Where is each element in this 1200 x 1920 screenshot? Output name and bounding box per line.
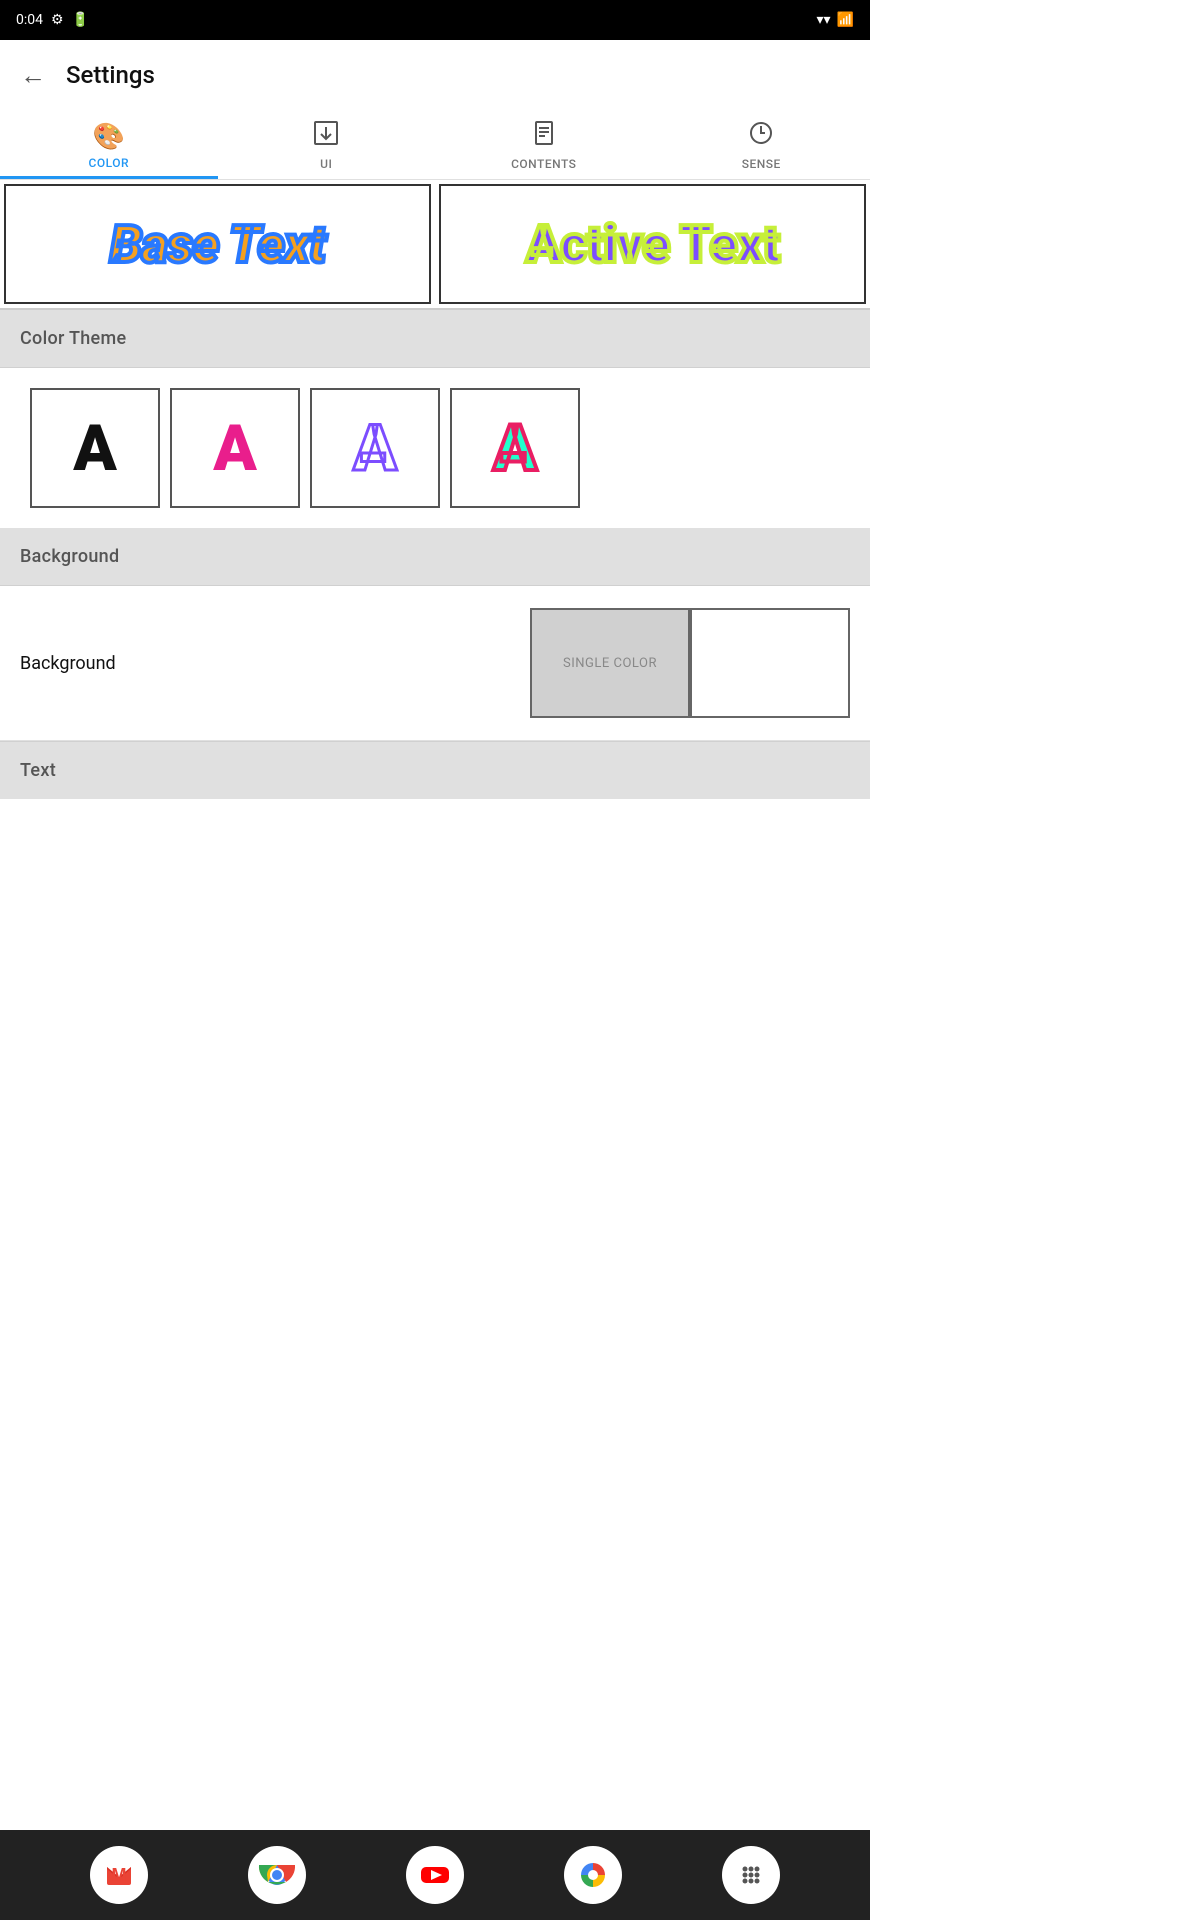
theme-plain-icon: A [73, 411, 117, 486]
theme-pink-icon: A [213, 411, 257, 486]
active-text-label: Active Text [526, 214, 779, 275]
nav-gmail[interactable]: M [90, 1846, 148, 1904]
background-option-white[interactable] [690, 608, 850, 718]
contents-tab-label: CONTENTS [511, 157, 576, 171]
background-section-header: Background [0, 528, 870, 585]
back-button[interactable]: ← [20, 60, 46, 91]
contents-tab-icon [531, 120, 557, 153]
color-theme-label: Color Theme [20, 328, 126, 349]
active-text-preview[interactable]: Active Text [439, 184, 866, 304]
battery-status-icon: 🔋 [72, 12, 89, 28]
sense-tab-icon [748, 120, 774, 153]
bottom-nav: M [0, 1830, 870, 1920]
tab-contents[interactable]: CONTENTS [435, 110, 653, 179]
top-bar: ← Settings [0, 40, 870, 110]
base-text-label: Base Text [110, 214, 325, 275]
background-options: SINGLE COLOR [530, 608, 850, 718]
text-section-label: Text [20, 760, 56, 781]
color-tab-icon: 🎨 [93, 122, 125, 152]
tab-sense[interactable]: SENSE [653, 110, 871, 179]
sense-tab-label: SENSE [742, 157, 781, 171]
nav-chrome[interactable] [248, 1846, 306, 1904]
tab-ui[interactable]: UI [218, 110, 436, 179]
single-color-label: SINGLE COLOR [563, 656, 657, 671]
status-bar: 0:04 ⚙ 🔋 ▾▾ 📶 [0, 0, 870, 40]
theme-option-outline[interactable]: A [310, 388, 440, 508]
ui-tab-label: UI [320, 157, 332, 171]
svg-text:M: M [112, 1865, 127, 1885]
background-row-label: Background [20, 653, 116, 674]
theme-option-multi[interactable]: A [450, 388, 580, 508]
background-section-label: Background [20, 546, 119, 567]
theme-option-plain[interactable]: A [30, 388, 160, 508]
color-tab-label: COLOR [88, 156, 129, 170]
main-content: ← Settings 🎨 COLOR UI [0, 40, 870, 899]
tab-color[interactable]: 🎨 COLOR [0, 110, 218, 179]
base-text-preview[interactable]: Base Text [4, 184, 431, 304]
page-title: Settings [66, 61, 155, 89]
status-left: 0:04 ⚙ 🔋 [16, 12, 89, 28]
text-section-header: Text [0, 742, 870, 799]
wifi-icon: ▾▾ [817, 12, 831, 28]
nav-photos[interactable] [564, 1846, 622, 1904]
tab-bar: 🎨 COLOR UI CONTENTS [0, 110, 870, 180]
status-time: 0:04 [16, 12, 43, 28]
color-theme-section-header: Color Theme [0, 310, 870, 367]
theme-option-pink[interactable]: A [170, 388, 300, 508]
text-preview-area: Base Text Active Text [0, 180, 870, 310]
ui-tab-icon [313, 120, 339, 153]
theme-outline-icon: A [353, 411, 397, 486]
settings-status-icon: ⚙ [51, 12, 64, 28]
background-row: Background SINGLE COLOR [0, 586, 870, 741]
nav-youtube[interactable] [406, 1846, 464, 1904]
color-theme-options: A A A A [0, 368, 870, 528]
status-right: ▾▾ 📶 [817, 12, 855, 28]
background-option-single-color[interactable]: SINGLE COLOR [530, 608, 690, 718]
signal-icon: 📶 [837, 12, 854, 28]
theme-multi-icon: A [493, 411, 537, 486]
nav-apps[interactable] [722, 1846, 780, 1904]
